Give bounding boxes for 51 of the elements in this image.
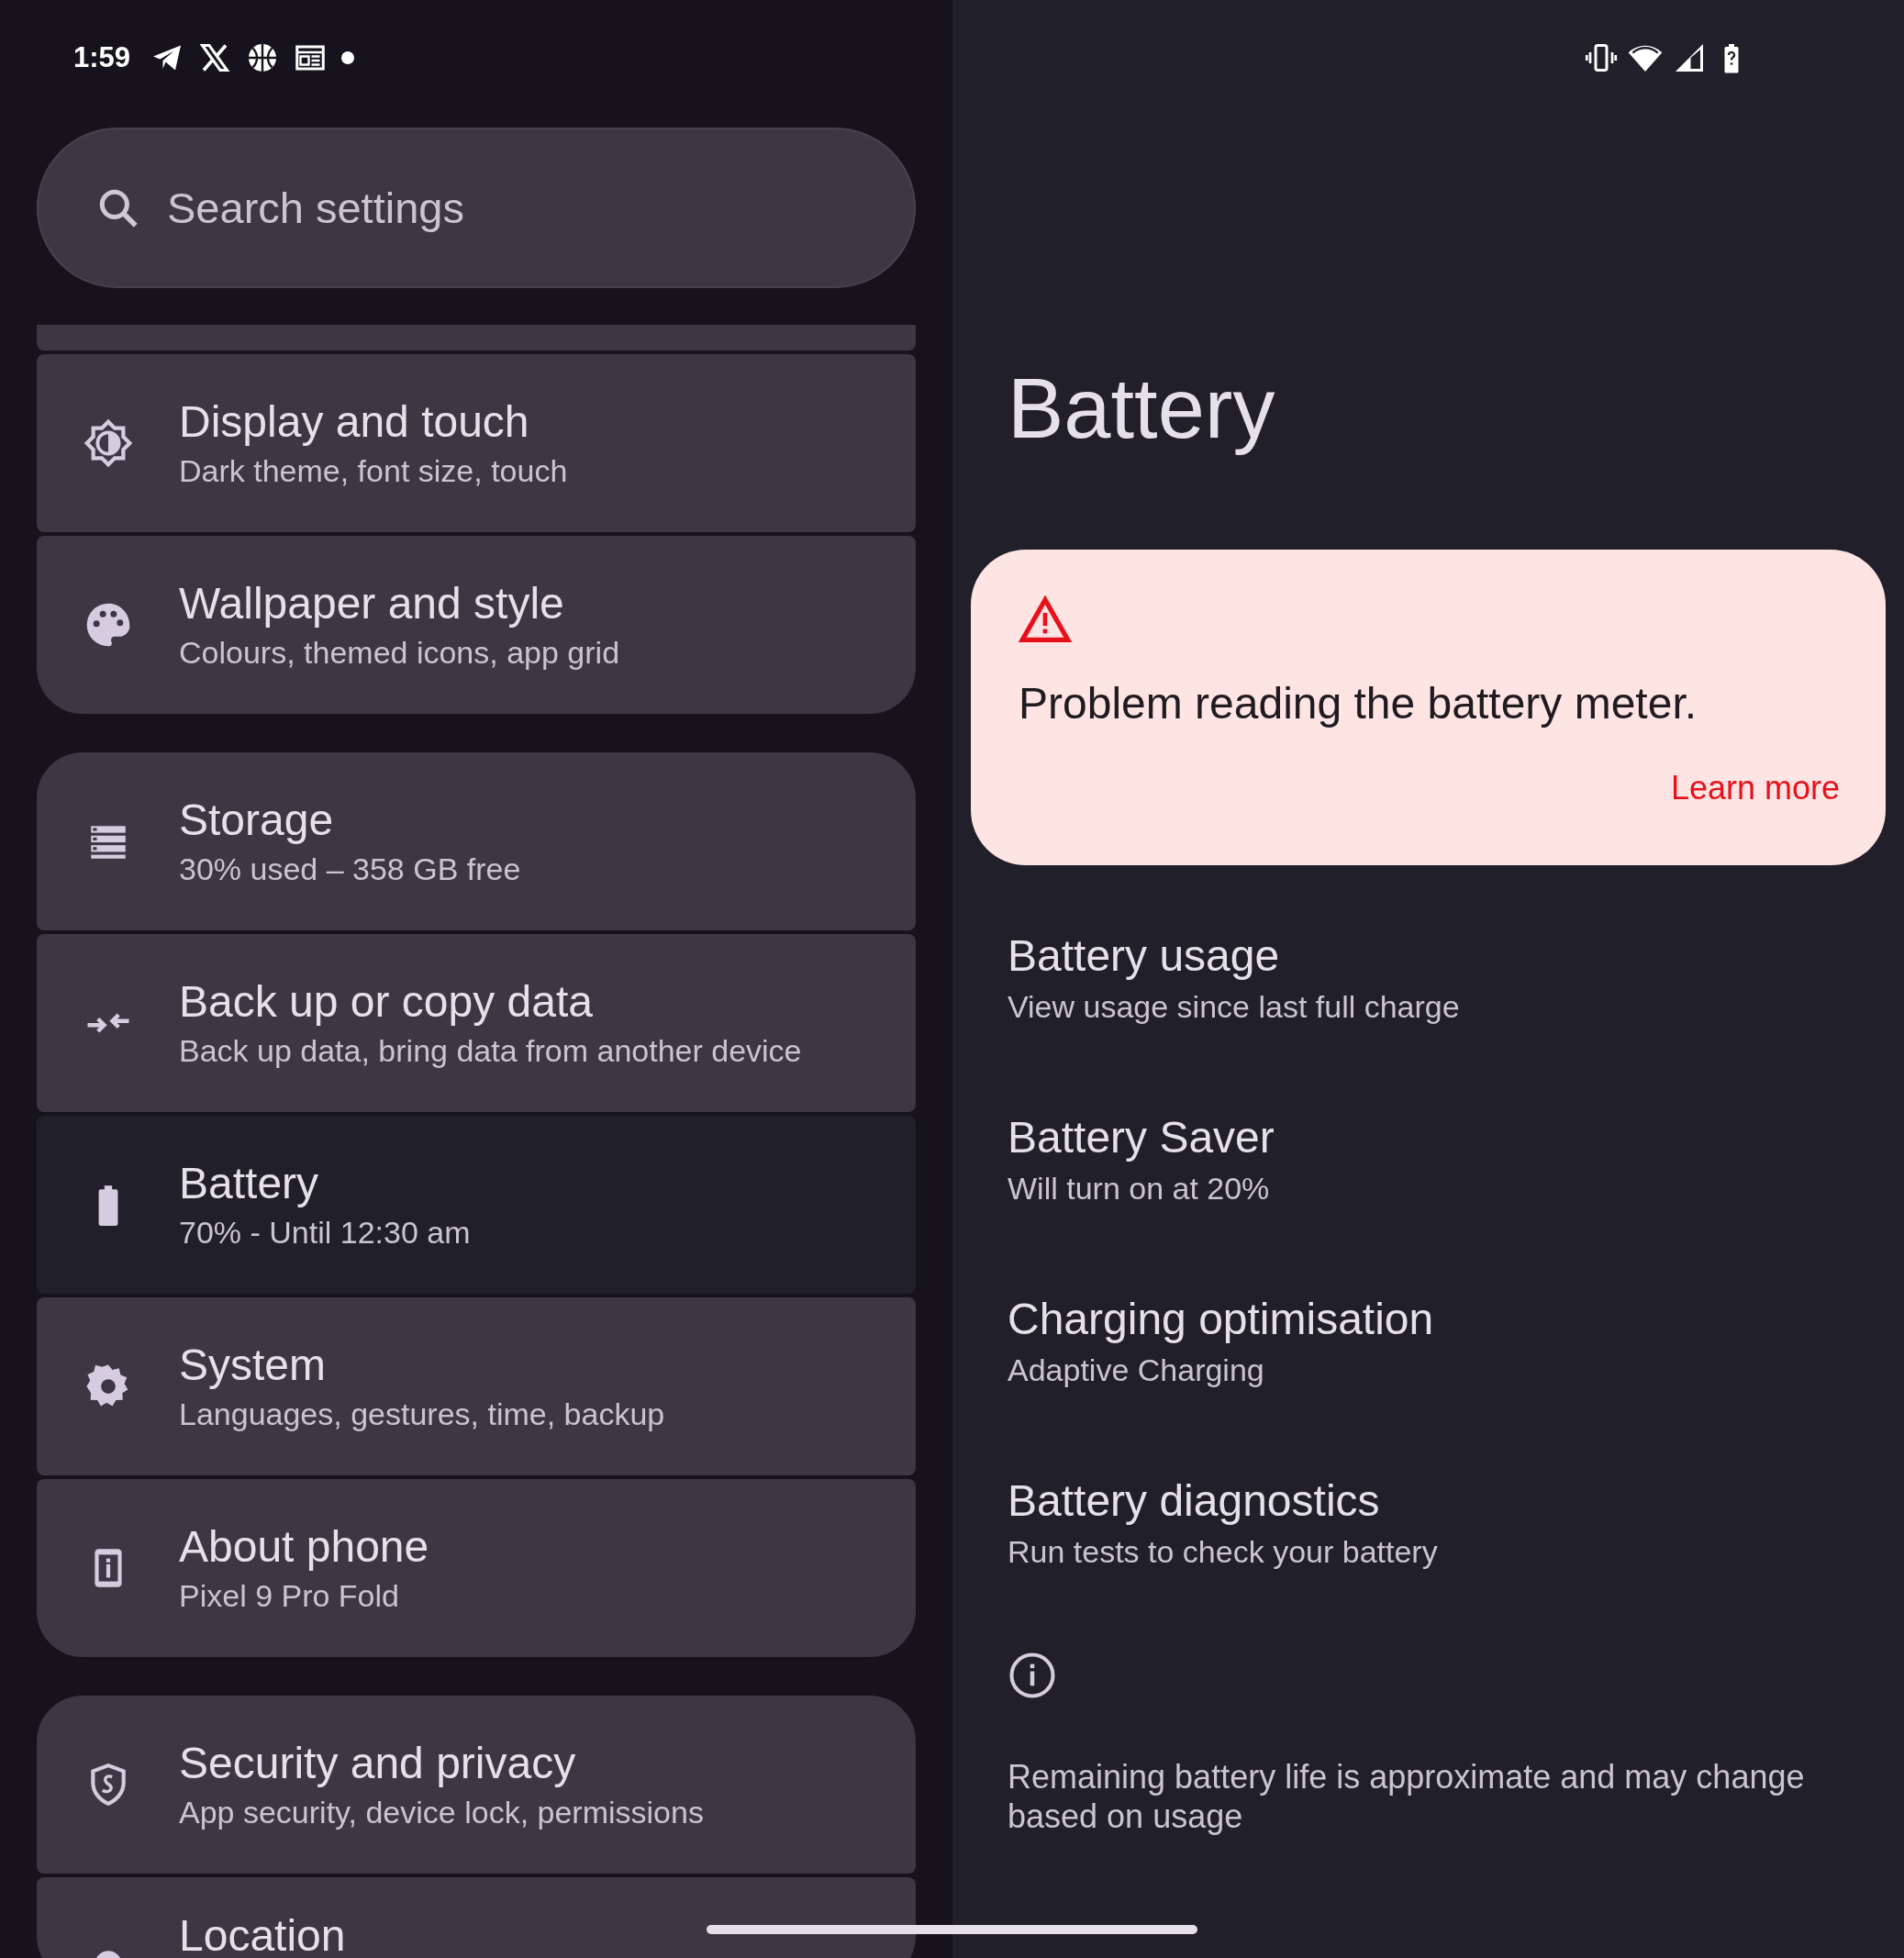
settings-item[interactable]: System Languages, gestures, time, backup (37, 1297, 916, 1475)
settings-item[interactable]: About phone Pixel 9 Pro Fold (37, 1479, 916, 1657)
alert-message: Problem reading the battery meter. (1019, 678, 1698, 729)
item-summary: Dark theme, font size, touch (179, 452, 568, 490)
item-summary: Will turn on at 20% (1008, 1170, 1271, 1207)
vibrate-icon (1585, 41, 1618, 74)
item-title: Location (179, 1910, 346, 1958)
item-summary: View usage since last full charge (1008, 988, 1461, 1026)
page-title: Battery (1008, 361, 1275, 457)
item-summary: Languages, gestures, time, backup (179, 1396, 665, 1433)
settings-item[interactable]: Battery 70% - Until 12:30 am (37, 1116, 916, 1294)
info-icon (1008, 1651, 1057, 1700)
item-title: Battery (179, 1158, 320, 1209)
settings-row[interactable]: Battery Saver Will turn on at 20% (952, 1069, 1904, 1251)
settings-row[interactable]: Battery usage View usage since last full charge (952, 887, 1904, 1069)
item-title: About phone (179, 1521, 429, 1573)
settings-item[interactable]: Back up or copy data Back up data, bring data from another device (37, 934, 916, 1112)
item-summary: 70% - Until 12:30 am (179, 1214, 471, 1252)
settings-item[interactable]: Security and privacy App security, device lock, permissions (37, 1696, 916, 1874)
item-summary: 30% used – 358 GB free (179, 851, 521, 888)
settings-item[interactable]: Wallpaper and style Colours, themed icons, app grid (37, 536, 916, 714)
item-title: Security and privacy (179, 1738, 577, 1789)
settings-item[interactable]: Location (37, 1877, 916, 1958)
settings-item[interactable]: Storage 30% used – 358 GB free (37, 752, 916, 930)
x-logo-icon (198, 41, 232, 74)
item-title: Back up or copy data (179, 976, 594, 1028)
item-title: Battery Saver (1008, 1112, 1275, 1163)
item-title: Storage (179, 795, 335, 846)
item-title: Wallpaper and style (179, 578, 565, 629)
settings-row[interactable]: Battery diagnostics Run tests to check your battery (952, 1432, 1904, 1614)
item-title: Battery diagnostics (1008, 1475, 1381, 1527)
item-summary: Adaptive Charging (1008, 1352, 1265, 1389)
home-indicator[interactable] (707, 1925, 1197, 1934)
item-title: System (179, 1340, 328, 1391)
item-summary: Colours, themed icons, app grid (179, 634, 620, 672)
item-title: Display and touch (179, 396, 530, 448)
dot-icon (341, 51, 355, 64)
learn-more-link[interactable]: Learn more (1670, 769, 1840, 807)
item-summary: Back up data, bring data from another device (179, 1032, 802, 1070)
search-field[interactable]: Search settings (37, 128, 916, 288)
settings-item[interactable]: Display and touch Dark theme, font size, touch (37, 354, 916, 532)
status-time: 1:59 (73, 41, 131, 74)
item-summary: Pixel 9 Pro Fold (179, 1577, 400, 1615)
item-title: Battery usage (1008, 930, 1281, 982)
brightness-icon (82, 417, 134, 469)
item-summary: App security, device lock, permissions (179, 1794, 704, 1831)
footer-note: Remaining battery life is approximate and may change based on usage (1008, 1757, 1806, 1837)
item-summary: Run tests to check your battery (1008, 1533, 1439, 1571)
warning-icon (1019, 595, 1072, 643)
settings-row[interactable]: Charging optimisation Adaptive Charging (952, 1251, 1904, 1432)
item-title: Charging optimisation (1008, 1294, 1435, 1345)
